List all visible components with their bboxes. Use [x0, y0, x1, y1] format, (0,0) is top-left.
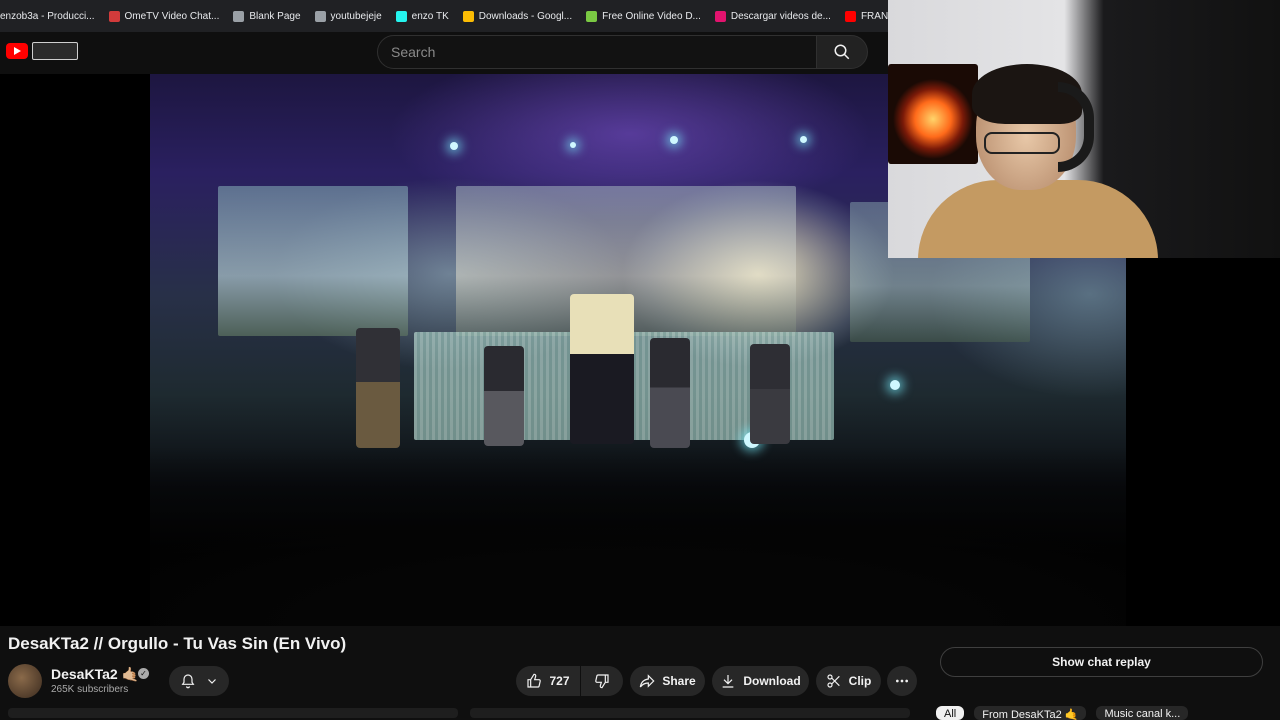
bookmark-item[interactable]: Blank Page — [233, 10, 301, 22]
bookmark-favicon-icon — [314, 10, 326, 22]
notification-bell-button[interactable] — [169, 666, 229, 696]
dislike-button[interactable] — [581, 666, 623, 696]
youtube-logo-icon[interactable] — [6, 43, 28, 59]
subscriber-count: 265K subscribers — [51, 684, 129, 695]
share-icon — [639, 673, 655, 689]
bell-icon — [180, 673, 196, 689]
thumbs-up-icon — [526, 673, 542, 689]
channel-avatar[interactable] — [8, 664, 42, 698]
youtube-header — [0, 32, 888, 74]
bookmark-item[interactable]: youtubejeje — [314, 10, 382, 22]
bookmark-favicon-icon — [395, 10, 407, 22]
scissors-icon — [826, 673, 842, 689]
more-horizontal-icon — [894, 673, 910, 689]
bookmark-label: enzob3a - Producci... — [0, 10, 95, 22]
download-label: Download — [743, 674, 801, 688]
chevron-down-icon — [206, 675, 218, 687]
share-label: Share — [662, 674, 696, 688]
description-box-edge — [0, 708, 920, 720]
crowd-silhouette — [150, 446, 1126, 626]
clip-button[interactable]: Clip — [816, 666, 881, 696]
search-input[interactable] — [391, 44, 816, 60]
chip-from-channel[interactable]: From DesaKTa2 🤙 — [974, 706, 1087, 720]
chip-all[interactable]: All — [936, 706, 965, 720]
like-count: 727 — [549, 674, 570, 688]
thumbs-down-icon — [594, 673, 610, 689]
bookmark-label: Downloads - Googl... — [478, 10, 573, 22]
share-button[interactable]: Share — [630, 666, 705, 696]
bookmark-favicon-icon — [462, 10, 474, 22]
download-icon — [720, 673, 736, 689]
bookmark-item[interactable]: enzob3a - Producci... — [0, 11, 95, 22]
bookmark-item[interactable]: enzo TK — [395, 10, 449, 22]
bookmark-label: Descargar videos de... — [730, 10, 831, 22]
like-button[interactable]: 727 — [516, 666, 580, 696]
bookmark-label: youtubejeje — [330, 10, 382, 22]
bookmark-favicon-icon — [844, 10, 856, 22]
download-button[interactable]: Download — [712, 666, 809, 696]
bookmark-favicon-icon — [233, 10, 245, 22]
bookmark-favicon-icon — [586, 10, 598, 22]
bookmark-item[interactable]: OmeTV Video Chat... — [108, 10, 220, 22]
bookmark-item[interactable]: Free Online Video D... — [586, 10, 701, 22]
clip-label: Clip — [848, 674, 872, 688]
bookmark-label: Blank Page — [249, 10, 301, 22]
bookmark-label: enzo TK — [411, 10, 449, 22]
bookmarks-bar: enzob3a - Producci... OmeTV Video Chat...… — [0, 0, 888, 32]
verified-icon: ✓ — [138, 668, 149, 679]
recommendation-chips: All From DesaKTa2 🤙 Music canal k... — [936, 706, 1189, 720]
fireplace-image — [888, 64, 978, 164]
bookmark-label: FRANCIS is a YOUT... — [860, 10, 888, 22]
bookmark-favicon-icon — [108, 10, 120, 22]
webcam-overlay — [888, 0, 1280, 258]
bookmark-label: Free Online Video D... — [602, 10, 701, 22]
bookmark-item[interactable]: FRANCIS is a YOUT... — [844, 10, 888, 22]
bookmark-item[interactable]: Descargar videos de... — [714, 10, 831, 22]
bookmark-label: OmeTV Video Chat... — [124, 10, 220, 22]
search-button[interactable] — [816, 35, 868, 69]
show-chat-replay-button[interactable]: Show chat replay — [940, 647, 1263, 677]
channel-badge — [32, 42, 78, 60]
chip-music[interactable]: Music canal k... — [1096, 706, 1189, 720]
bookmark-favicon-icon — [714, 10, 726, 22]
channel-name[interactable]: DesaKTa2 🤙🏼 — [51, 666, 139, 683]
search-icon — [833, 43, 851, 61]
more-actions-button[interactable] — [887, 666, 917, 696]
video-title: DesaKTa2 // Orgullo - Tu Vas Sin (En Viv… — [8, 634, 347, 653]
bookmark-item[interactable]: Downloads - Googl... — [462, 10, 573, 22]
search-box — [377, 35, 817, 69]
